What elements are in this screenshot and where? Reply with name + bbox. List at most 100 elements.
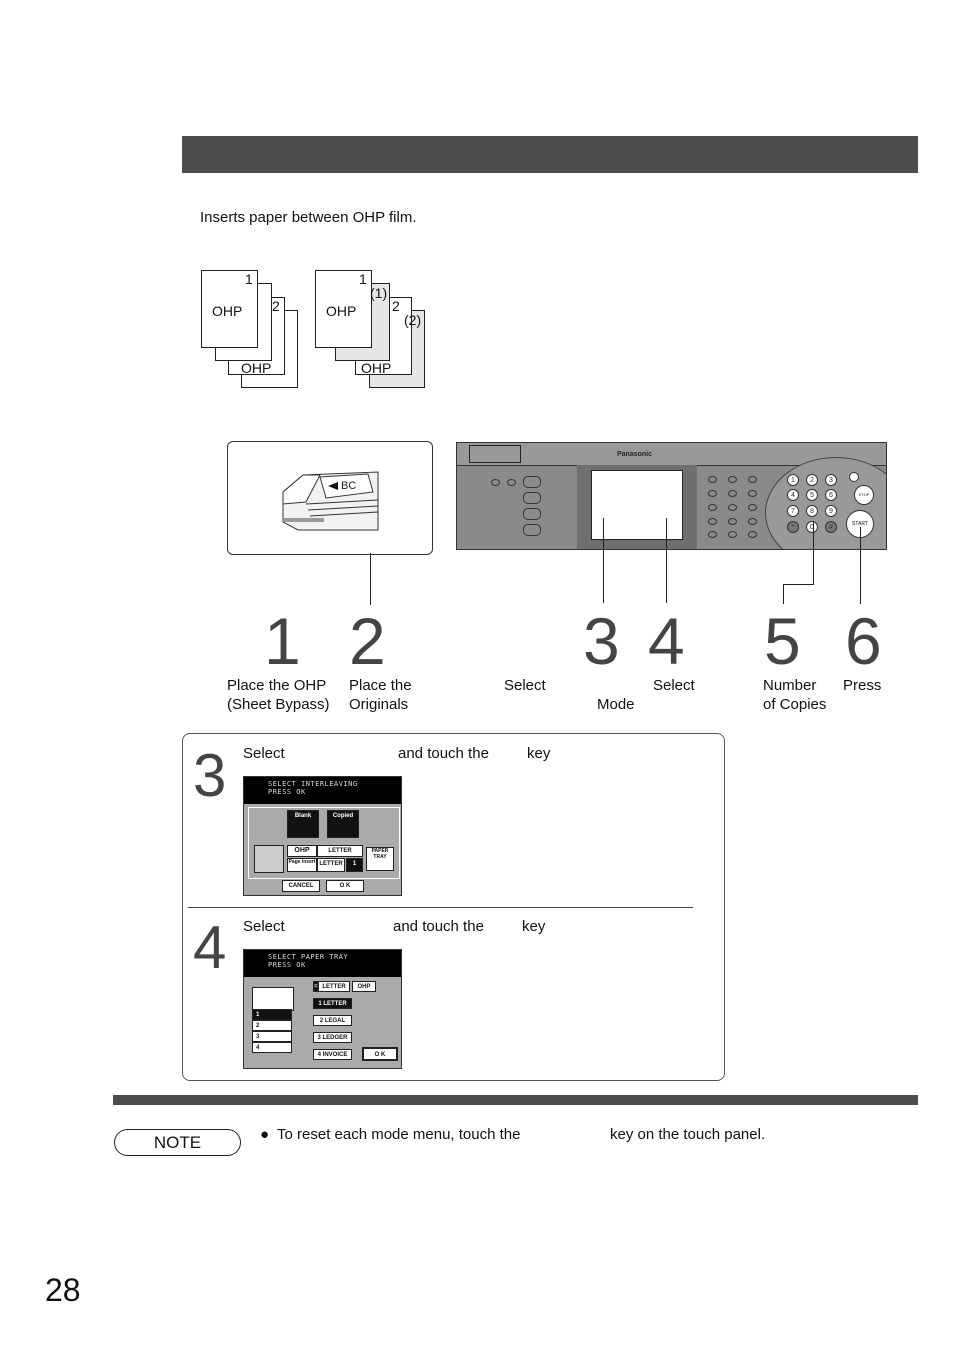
leader-line	[603, 518, 604, 603]
step3-touch-text: and touch the	[398, 745, 489, 762]
key-0[interactable]: 0	[806, 521, 818, 533]
key-star[interactable]: *	[787, 521, 799, 533]
intro-text: Inserts paper between OHP film.	[200, 209, 417, 226]
ohp-source-label: OHP	[287, 845, 317, 857]
step-number-4: 4	[648, 604, 685, 678]
copy-mode-button[interactable]	[523, 476, 541, 488]
panel-button[interactable]	[748, 490, 757, 497]
tray-option-bypass[interactable]: LETTER	[318, 981, 350, 992]
internet-mode-button[interactable]	[523, 508, 541, 520]
tray-row-3[interactable]: 3	[252, 1031, 292, 1042]
tray-option-size: INVOICE	[322, 1052, 348, 1058]
panel-button[interactable]	[708, 518, 717, 525]
step4-select-text: Select	[243, 918, 285, 935]
lcd-select-interleaving: SELECT INTERLEAVING PRESS OK Blank Copie…	[243, 776, 402, 896]
step-number-6: 6	[845, 604, 882, 678]
step3-key-text: key	[527, 745, 551, 762]
page-number: 28	[45, 1272, 81, 1308]
lcd-header-line: PRESS OK	[268, 788, 306, 796]
adf-illustration: BC	[282, 471, 379, 531]
ohp-label: OHP	[326, 303, 357, 319]
step-label-line: of Copies	[763, 696, 827, 713]
tray-row-1[interactable]: 1	[252, 1009, 292, 1020]
panel-button[interactable]	[708, 504, 717, 511]
key-6[interactable]: 6	[825, 489, 837, 501]
panel-button[interactable]	[748, 504, 757, 511]
printer-mode-button[interactable]	[523, 524, 541, 536]
tray-row-2[interactable]: 2	[252, 1020, 292, 1031]
note-bullet: ●	[260, 1126, 270, 1143]
lcd-header: SELECT INTERLEAVING PRESS OK	[244, 777, 401, 804]
insert-size: LETTER	[317, 858, 345, 872]
leader-line	[783, 584, 814, 585]
blank-option-button[interactable]: Blank	[287, 810, 319, 838]
step4-key-text: key	[522, 918, 546, 935]
note-text-after: key on the touch panel.	[610, 1126, 766, 1143]
tray-option-4[interactable]: 4 INVOICE	[313, 1049, 352, 1060]
paper-tray-button[interactable]: PAPER TRAY	[366, 847, 394, 871]
ok-button[interactable]: O K	[326, 880, 364, 892]
ohp-label: OHP	[361, 360, 392, 376]
sort-button[interactable]	[491, 479, 500, 486]
note-text-before: To reset each mode menu, touch the	[277, 1126, 521, 1143]
sheet-number: 2	[392, 298, 400, 314]
tray-row-4[interactable]: 4	[252, 1042, 292, 1053]
key-3[interactable]: 3	[825, 474, 837, 486]
card-slot	[469, 445, 521, 463]
tray-option-2[interactable]: 2 LEGAL	[313, 1015, 352, 1026]
multi-size-button[interactable]	[507, 479, 516, 486]
panel-button[interactable]	[728, 476, 737, 483]
step-label-line: Press	[843, 677, 882, 694]
touch-panel-screen[interactable]	[591, 470, 683, 540]
step-label-5: Number of Copies	[763, 676, 826, 714]
detail-step-number-4: 4	[193, 914, 227, 981]
lcd-select-paper-tray: SELECT PAPER TRAY PRESS OK 1 2 3 4 = LET…	[243, 949, 402, 1069]
panel-button[interactable]	[708, 490, 717, 497]
leader-line	[813, 522, 814, 584]
ok-button[interactable]: O K	[362, 1047, 398, 1061]
stop-button[interactable]: STOP	[854, 485, 874, 505]
leader-line	[860, 527, 861, 604]
panel-button[interactable]	[728, 490, 737, 497]
detail-step-number-3: 3	[193, 742, 227, 809]
adf-callout: BC	[227, 441, 433, 555]
leader-line	[783, 584, 784, 604]
panel-button[interactable]	[708, 531, 717, 538]
step-number-3: 3	[583, 604, 620, 678]
step-label-line: (Sheet Bypass)	[227, 696, 330, 713]
step-label-4: Select	[653, 676, 695, 695]
step-label-line: Select	[653, 677, 695, 694]
tray-option-3[interactable]: 3 LEDGER	[313, 1032, 352, 1043]
key-9[interactable]: 9	[825, 505, 837, 517]
copied-option-button[interactable]: Copied	[327, 810, 359, 838]
panel-button[interactable]	[748, 531, 757, 538]
key-2[interactable]: 2	[806, 474, 818, 486]
cancel-button[interactable]: CANCEL	[282, 880, 320, 892]
panel-button[interactable]	[728, 504, 737, 511]
leader-line	[666, 518, 667, 603]
panel-button[interactable]	[748, 518, 757, 525]
panel-button[interactable]	[728, 531, 737, 538]
step-number-1: 1	[264, 604, 301, 678]
step-number-5: 5	[764, 604, 801, 678]
key-7[interactable]: 7	[787, 505, 799, 517]
ohp-label: OHP	[241, 360, 272, 376]
panel-button[interactable]	[708, 476, 717, 483]
tray-option-size: LEDGER	[322, 1035, 348, 1041]
lcd-header-line: PRESS OK	[268, 961, 306, 969]
fax-mode-button[interactable]	[523, 492, 541, 504]
key-1[interactable]: 1	[787, 474, 799, 486]
key-hash[interactable]: #	[825, 521, 837, 533]
tray-option-1[interactable]: 1 LETTER	[313, 998, 352, 1009]
panel-button[interactable]	[728, 518, 737, 525]
key-4[interactable]: 4	[787, 489, 799, 501]
panel-button[interactable]	[748, 476, 757, 483]
key-5[interactable]: 5	[806, 489, 818, 501]
sheet-number: 1	[245, 271, 253, 287]
clear-button[interactable]	[849, 472, 859, 482]
adf-sheet-text: BC	[341, 480, 356, 492]
step-label-line: Originals	[349, 696, 409, 713]
lcd-header-line: SELECT INTERLEAVING	[268, 780, 358, 788]
tray-option-bypass-ohp: OHP	[352, 981, 376, 992]
key-8[interactable]: 8	[806, 505, 818, 517]
